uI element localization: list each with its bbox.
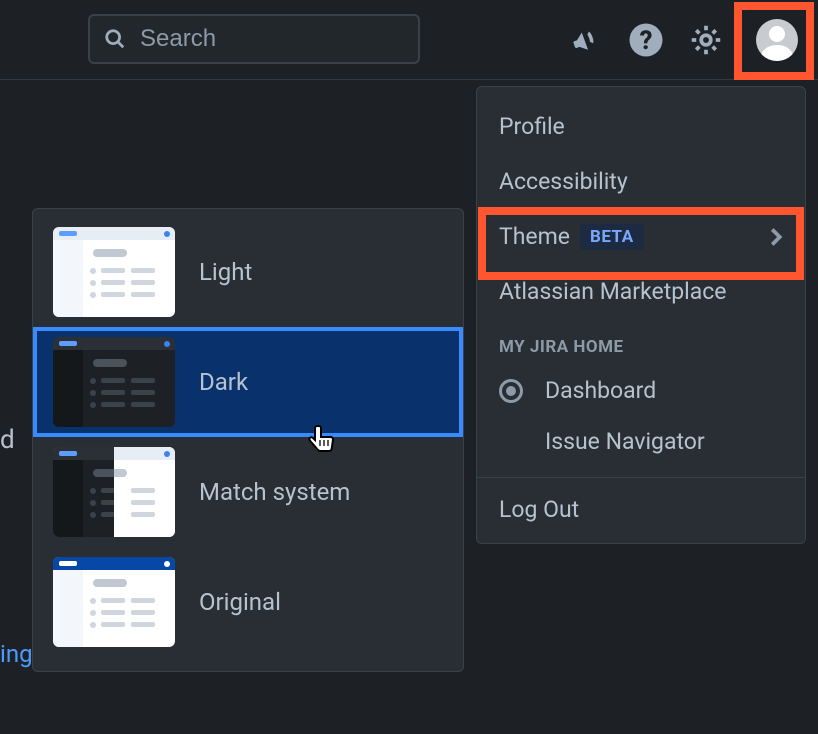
radio-checked-icon	[499, 379, 523, 403]
help-button[interactable]: ?	[616, 0, 676, 80]
megaphone-icon	[569, 23, 603, 57]
theme-label: Dark	[199, 368, 248, 396]
menu-theme[interactable]: Theme BETA	[477, 209, 805, 264]
theme-option-original[interactable]: Original	[33, 547, 463, 657]
avatar-button[interactable]	[736, 0, 818, 80]
theme-thumb-match-system	[53, 447, 175, 537]
theme-thumb-dark	[53, 337, 175, 427]
menu-profile[interactable]: Profile	[477, 99, 805, 154]
menu-marketplace[interactable]: Atlassian Marketplace	[477, 264, 805, 319]
theme-option-dark[interactable]: Dark	[33, 327, 463, 437]
top-bar: ?	[0, 0, 818, 80]
user-dropdown: Profile Accessibility Theme BETA Atlassi…	[476, 86, 806, 544]
theme-popover: Light Dark	[32, 208, 464, 672]
theme-label: Match system	[199, 478, 350, 506]
menu-label: Atlassian Marketplace	[499, 278, 726, 305]
chevron-right-icon	[769, 227, 783, 247]
home-issue-navigator[interactable]: Issue Navigator	[477, 416, 805, 467]
menu-accessibility[interactable]: Accessibility	[477, 154, 805, 209]
theme-label: Original	[199, 588, 281, 616]
menu-logout[interactable]: Log Out	[477, 478, 805, 543]
search-field[interactable]	[88, 14, 420, 64]
search-icon	[104, 28, 126, 50]
settings-button[interactable]	[676, 0, 736, 80]
search-input[interactable]	[140, 25, 450, 53]
theme-thumb-original	[53, 557, 175, 647]
svg-text:?: ?	[640, 26, 653, 56]
menu-label: Issue Navigator	[545, 428, 705, 455]
menu-label: Dashboard	[545, 377, 656, 404]
help-icon: ?	[628, 22, 664, 58]
avatar-icon	[756, 19, 798, 61]
theme-thumb-light	[53, 227, 175, 317]
theme-option-match-system[interactable]: Match system	[33, 437, 463, 547]
menu-label: Accessibility	[499, 168, 628, 195]
bg-link-text[interactable]: ing	[0, 640, 33, 668]
menu-label: Log Out	[499, 496, 579, 523]
theme-option-light[interactable]: Light	[33, 217, 463, 327]
home-dashboard[interactable]: Dashboard	[477, 365, 805, 416]
feedback-button[interactable]	[556, 0, 616, 80]
bg-text: d	[0, 425, 15, 455]
theme-label: Light	[199, 258, 252, 286]
menu-label: Profile	[499, 113, 565, 140]
gear-icon	[688, 22, 724, 58]
beta-badge: BETA	[580, 224, 644, 250]
menu-label: Theme	[499, 223, 570, 250]
section-header-home: MY JIRA HOME	[477, 319, 805, 365]
